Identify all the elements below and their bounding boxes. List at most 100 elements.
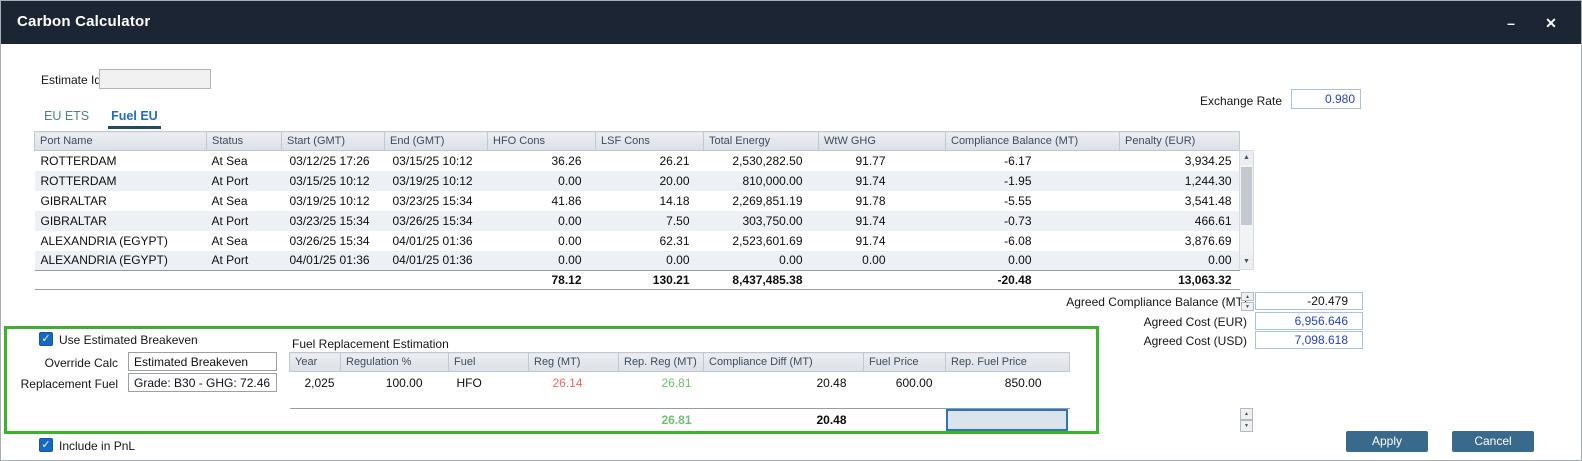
cell: 03/19/25 10:12: [282, 191, 385, 211]
spacer-row: [290, 394, 1070, 409]
cell: 26.14: [529, 372, 619, 394]
scroll-up-icon[interactable]: ▲: [1240, 408, 1253, 420]
tab-fuel-eu[interactable]: Fuel EU: [108, 106, 161, 129]
cell: 03/26/25 15:34: [282, 231, 385, 251]
exchange-rate-input[interactable]: [1291, 89, 1361, 109]
cell: 91.78: [819, 191, 946, 211]
table-scrollbar[interactable]: ▲ ▼: [1239, 150, 1254, 270]
minimize-icon[interactable]: –: [1499, 11, 1523, 35]
close-icon[interactable]: ✕: [1539, 11, 1563, 35]
total-energy: 8,437,485.38: [704, 271, 819, 290]
voyage-table: Port Name Status Start (GMT) End (GMT) H…: [34, 131, 1240, 290]
cell: [290, 394, 1070, 409]
table-row[interactable]: GIBRALTARAt Sea03/19/25 10:1203/23/25 15…: [35, 191, 1240, 211]
cell: 91.74: [819, 171, 946, 191]
cell: 0.00: [488, 171, 596, 191]
cell: ALEXANDRIA (EGYPT): [35, 231, 207, 251]
agreed-compliance-value[interactable]: -20.479: [1255, 292, 1363, 310]
cell: 0.00: [488, 251, 596, 271]
column-header[interactable]: Start (GMT): [282, 132, 385, 151]
column-header[interactable]: Compliance Balance (MT): [946, 132, 1120, 151]
total-hfo: 78.12: [488, 271, 596, 290]
agreed-cost-usd-value[interactable]: 7,098.618: [1255, 331, 1363, 349]
column-header[interactable]: HFO Cons: [488, 132, 596, 151]
table-row[interactable]: ALEXANDRIA (EGYPT)At Sea03/26/25 15:3404…: [35, 231, 1240, 251]
rep-fuel-price-input[interactable]: [946, 409, 1068, 431]
table-row[interactable]: ALEXANDRIA (EGYPT)At Port04/01/25 01:360…: [35, 251, 1240, 271]
cell: 2,269,851.19: [704, 191, 819, 211]
cell: 91.74: [819, 231, 946, 251]
cell: [449, 409, 529, 432]
agreed-cost-eur-value[interactable]: 6,956.646: [1255, 312, 1363, 330]
column-header[interactable]: Penalty (EUR): [1120, 132, 1240, 151]
column-header[interactable]: Compliance Diff (MT): [704, 353, 864, 372]
replacement-fuel-input[interactable]: [128, 373, 277, 392]
cell: 2,025: [290, 372, 341, 394]
estimate-id-input[interactable]: [99, 69, 211, 89]
cell: 41.86: [488, 191, 596, 211]
cell: 03/12/25 17:26: [282, 151, 385, 171]
column-header[interactable]: Reg (MT): [529, 353, 619, 372]
column-header[interactable]: Status: [207, 132, 282, 151]
agreed-cost-usd-label: Agreed Cost (USD): [1144, 334, 1247, 348]
fuel-table-scrollbar[interactable]: ▲ ▼: [1240, 408, 1253, 433]
cell: 0.00: [704, 251, 819, 271]
column-header[interactable]: Fuel Price: [864, 353, 946, 372]
table-row[interactable]: 2,025100.00HFO26.1426.8120.48600.00850.0…: [290, 372, 1070, 394]
titlebar[interactable]: Carbon Calculator – ✕: [1, 1, 1582, 44]
override-calc-label: Override Calc: [45, 356, 118, 370]
cancel-button[interactable]: Cancel: [1452, 431, 1534, 452]
cell: 3,876.69: [1120, 231, 1240, 251]
header-row: Port Name Status Start (GMT) End (GMT) H…: [35, 132, 1240, 151]
column-header[interactable]: Total Energy: [704, 132, 819, 151]
cell: HFO: [449, 372, 529, 394]
cell: ALEXANDRIA (EGYPT): [35, 251, 207, 271]
total-compliance-diff: 20.48: [704, 409, 864, 432]
cell: [207, 271, 282, 290]
spinner-up-icon[interactable]: ▲: [1241, 292, 1254, 301]
column-header[interactable]: Port Name: [35, 132, 207, 151]
table-row[interactable]: ROTTERDAMAt Sea03/12/25 17:2603/15/25 10…: [35, 151, 1240, 171]
window-title: Carbon Calculator: [17, 13, 150, 30]
cell: 2,523,601.69: [704, 231, 819, 251]
column-header[interactable]: Rep. Fuel Price: [946, 353, 1070, 372]
spinner-down-icon[interactable]: ▼: [1241, 302, 1254, 311]
cell: ROTTERDAM: [35, 151, 207, 171]
cell: 03/15/25 10:12: [282, 171, 385, 191]
column-header[interactable]: Rep. Reg (MT): [619, 353, 704, 372]
cell: 850.00: [946, 372, 1070, 394]
header-row: Year Regulation % Fuel Reg (MT) Rep. Reg…: [290, 353, 1070, 372]
include-in-pnl-checkbox[interactable]: ✓: [39, 438, 53, 452]
column-header[interactable]: LSF Cons: [596, 132, 704, 151]
cell: GIBRALTAR: [35, 191, 207, 211]
totals-row: 26.8120.48: [290, 409, 1070, 432]
compliance-spinner[interactable]: ▲ ▼: [1241, 292, 1254, 311]
column-header[interactable]: Regulation %: [341, 353, 449, 372]
scroll-up-icon[interactable]: ▲: [1240, 151, 1253, 165]
scroll-down-icon[interactable]: ▼: [1240, 420, 1253, 432]
cell: 100.00: [341, 372, 449, 394]
agreed-compliance-label: Agreed Compliance Balance (MT): [1066, 295, 1247, 309]
cell: 20.48: [704, 372, 864, 394]
fuel-replacement-estimation-title: Fuel Replacement Estimation: [292, 337, 449, 351]
table-row[interactable]: GIBRALTARAt Port03/23/25 15:3403/26/25 1…: [35, 211, 1240, 231]
column-header[interactable]: End (GMT): [385, 132, 488, 151]
cell: 303,750.00: [704, 211, 819, 231]
fuel-replacement-table: Year Regulation % Fuel Reg (MT) Rep. Reg…: [289, 352, 1070, 432]
cell: [864, 409, 946, 432]
cell: -0.73: [946, 211, 1120, 231]
estimate-id-label: Estimate Id: [41, 73, 101, 87]
table-row[interactable]: ROTTERDAMAt Port03/15/25 10:1203/19/25 1…: [35, 171, 1240, 191]
cell: 0.00: [596, 251, 704, 271]
tab-eu-ets[interactable]: EU ETS: [41, 106, 92, 129]
cell: 0.00: [819, 251, 946, 271]
cell: [282, 271, 385, 290]
column-header[interactable]: Year: [290, 353, 341, 372]
scroll-down-icon[interactable]: ▼: [1240, 255, 1253, 269]
use-estimated-breakeven-checkbox[interactable]: ✓: [39, 332, 53, 346]
column-header[interactable]: WtW GHG: [819, 132, 946, 151]
column-header[interactable]: Fuel: [449, 353, 529, 372]
apply-button[interactable]: Apply: [1346, 431, 1428, 452]
override-calc-input[interactable]: [128, 352, 277, 371]
scrollbar-thumb[interactable]: [1241, 167, 1252, 225]
